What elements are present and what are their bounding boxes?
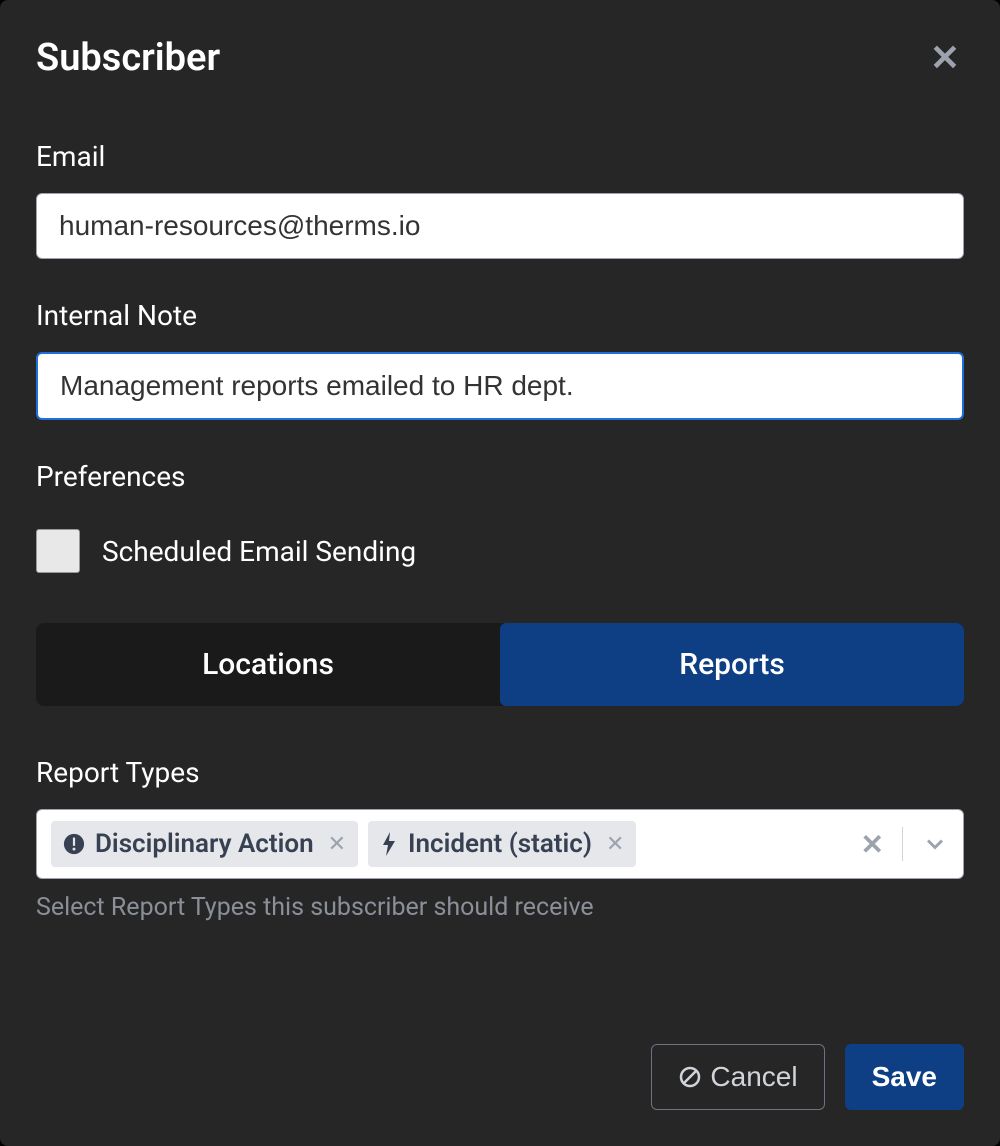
close-icon: ✕ (930, 37, 960, 78)
modal-header: Subscriber ✕ (36, 36, 964, 80)
internal-note-input[interactable] (36, 352, 964, 420)
bolt-icon (380, 832, 398, 856)
internal-note-label: Internal Note (36, 299, 964, 332)
cancel-icon (678, 1065, 702, 1089)
cancel-button[interactable]: Cancel (651, 1044, 824, 1110)
tag-label: Disciplinary Action (95, 829, 314, 859)
modal-footer: Cancel Save (651, 1044, 964, 1110)
close-button[interactable]: ✕ (926, 36, 964, 80)
modal-title: Subscriber (36, 36, 220, 80)
exclamation-icon (63, 833, 85, 855)
preferences-label: Preferences (36, 460, 964, 493)
tag-label: Incident (static) (408, 829, 592, 859)
report-types-select[interactable]: Disciplinary Action ✕ Incident (static) … (36, 809, 964, 879)
multiselect-controls: ✕ (861, 827, 949, 861)
report-types-section: Report Types Disciplinary Action ✕ Incid… (36, 756, 964, 922)
tag-remove-icon[interactable]: ✕ (328, 832, 346, 857)
save-button[interactable]: Save (845, 1044, 964, 1110)
internal-note-group: Internal Note (36, 299, 964, 420)
divider (902, 827, 903, 861)
tabs: Locations Reports (36, 623, 964, 706)
subscriber-modal: Subscriber ✕ Email Internal Note Prefere… (0, 0, 1000, 1146)
email-group: Email (36, 140, 964, 259)
tag-disciplinary-action: Disciplinary Action ✕ (51, 821, 358, 867)
save-label: Save (872, 1061, 937, 1093)
scheduled-email-label: Scheduled Email Sending (102, 535, 416, 568)
chevron-down-icon[interactable] (921, 830, 949, 858)
clear-all-icon[interactable]: ✕ (861, 828, 884, 861)
report-types-label: Report Types (36, 756, 964, 789)
cancel-label: Cancel (710, 1061, 797, 1093)
tag-remove-icon[interactable]: ✕ (606, 832, 624, 857)
tab-locations[interactable]: Locations (36, 623, 500, 706)
email-input[interactable] (36, 193, 964, 259)
email-label: Email (36, 140, 964, 173)
tag-incident-static: Incident (static) ✕ (368, 821, 636, 867)
report-types-helper: Select Report Types this subscriber shou… (36, 893, 964, 922)
preferences-section: Preferences Scheduled Email Sending (36, 460, 964, 573)
tab-reports[interactable]: Reports (500, 623, 964, 706)
scheduled-email-row: Scheduled Email Sending (36, 529, 964, 573)
scheduled-email-checkbox[interactable] (36, 529, 80, 573)
